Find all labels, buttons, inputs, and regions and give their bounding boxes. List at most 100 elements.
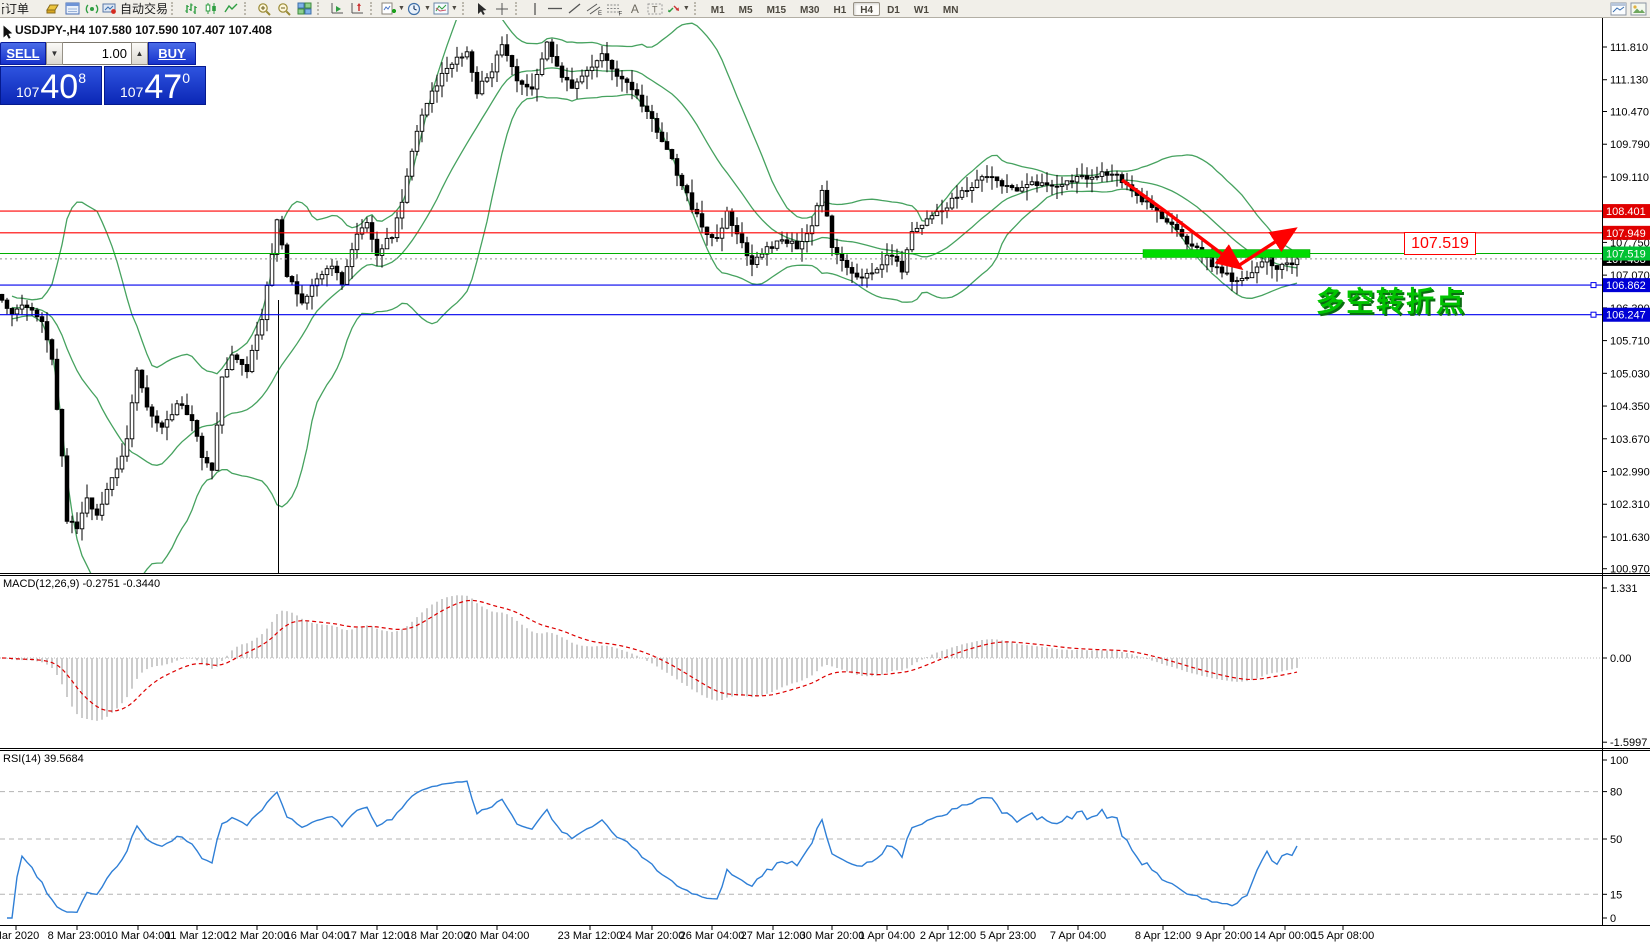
timeframe-m1[interactable]: M1 — [704, 2, 732, 16]
svg-text:0: 0 — [1610, 913, 1616, 925]
toolbar-grip — [317, 2, 323, 15]
svg-text:80: 80 — [1610, 787, 1622, 799]
rsi-indicator-label: RSI(14) 39.5684 — [3, 753, 84, 765]
signal-icon[interactable] — [83, 1, 101, 17]
price-annotation-box[interactable]: 107.519 — [1404, 232, 1476, 255]
data-window-icon[interactable] — [63, 1, 81, 17]
toolbar: 新订单 自动交易 ▼ ▼ — [0, 0, 1650, 18]
svg-text:103.670: 103.670 — [1610, 434, 1650, 446]
timeframe-m5[interactable]: M5 — [732, 2, 760, 16]
new-order-button[interactable]: 新订单 — [2, 0, 42, 17]
sell-button[interactable]: SELL — [0, 42, 46, 65]
svg-text:109.790: 109.790 — [1610, 139, 1650, 151]
candlestick-icon[interactable] — [202, 1, 220, 17]
svg-text:17 Mar 12:00: 17 Mar 12:00 — [345, 930, 410, 942]
trendline-icon[interactable] — [566, 1, 584, 17]
chart-title: USDJPY-,H4 107.580 107.590 107.407 107.4… — [15, 23, 272, 37]
dropdown-caret-icon: ▼ — [451, 5, 458, 12]
timeframe-m30[interactable]: M30 — [793, 2, 826, 16]
svg-text:107.519: 107.519 — [1606, 249, 1646, 261]
tile-windows-icon[interactable] — [295, 1, 313, 17]
timeframe-d1[interactable]: D1 — [880, 2, 907, 16]
arrows-button[interactable]: ▼ — [666, 1, 690, 17]
autotrading-button[interactable]: 自动交易 — [102, 0, 168, 17]
zoom-in-icon[interactable] — [255, 1, 273, 17]
volume-input[interactable] — [63, 42, 131, 65]
timeframe-h1[interactable]: H1 — [826, 2, 853, 16]
svg-text:0.00: 0.00 — [1610, 653, 1631, 665]
turning-point-annotation[interactable]: 多空转折点 — [1316, 280, 1466, 320]
gallery-icon[interactable] — [1629, 1, 1647, 17]
buy-price-display[interactable]: 107470 — [104, 66, 206, 105]
volume-increase-button[interactable]: ▲ — [131, 42, 148, 65]
svg-text:12 Mar 20:00: 12 Mar 20:00 — [225, 930, 290, 942]
timeframe-h4[interactable]: H4 — [853, 2, 880, 16]
svg-text:11 Mar 12:00: 11 Mar 12:00 — [165, 930, 229, 942]
svg-text:111.130: 111.130 — [1610, 75, 1648, 87]
volume-decrease-button[interactable]: ▼ — [46, 42, 63, 65]
mt4-window: { "toolbar": { "new_order_label": "新订单",… — [0, 0, 1650, 947]
svg-text:102.310: 102.310 — [1610, 499, 1650, 511]
svg-text:5 Apr 23:00: 5 Apr 23:00 — [980, 930, 1036, 942]
svg-text:10 Mar 04:00: 10 Mar 04:00 — [106, 930, 171, 942]
timeframe-m15[interactable]: M15 — [760, 2, 793, 16]
svg-text:106.247: 106.247 — [1606, 310, 1646, 322]
timeframe-w1[interactable]: W1 — [907, 2, 936, 16]
sell-price-display[interactable]: 107408 — [0, 66, 102, 105]
svg-text:111.810: 111.810 — [1610, 42, 1648, 54]
periods-button[interactable]: ▼ — [407, 1, 431, 17]
horizontal-line-icon[interactable] — [546, 1, 564, 17]
chart-window-icon[interactable] — [1609, 1, 1627, 17]
cursor-icon[interactable] — [473, 1, 491, 17]
rsi-layer — [0, 781, 1602, 918]
svg-text:106.862: 106.862 — [1606, 280, 1646, 292]
chart-shift-icon[interactable] — [348, 1, 366, 17]
toolbar-grip — [462, 2, 468, 15]
zoom-out-icon[interactable] — [275, 1, 293, 17]
svg-text:15: 15 — [1610, 889, 1622, 901]
deposit-icon[interactable] — [43, 1, 61, 17]
crosshair-icon[interactable] — [493, 1, 511, 17]
autotrading-label: 自动交易 — [120, 0, 168, 17]
dropdown-caret-icon: ▼ — [398, 5, 405, 12]
svg-text:T: T — [652, 4, 658, 14]
vertical-line-icon[interactable] — [526, 1, 544, 17]
svg-text:20 Mar 04:00: 20 Mar 04:00 — [465, 930, 530, 942]
sell-price-pips: 8 — [78, 70, 86, 86]
fibonacci-icon[interactable]: F — [606, 1, 624, 17]
svg-text:8 Apr 12:00: 8 Apr 12:00 — [1135, 930, 1191, 942]
svg-text:16 Mar 04:00: 16 Mar 04:00 — [285, 930, 350, 942]
svg-text:2 Apr 12:00: 2 Apr 12:00 — [920, 930, 976, 942]
timeframe-mn[interactable]: MN — [936, 2, 966, 16]
sell-price-big: 40 — [40, 74, 78, 102]
svg-text:26 Mar 04:00: 26 Mar 04:00 — [680, 930, 745, 942]
text-label-icon[interactable]: T — [646, 1, 664, 17]
add-indicator-button[interactable]: ▼ — [381, 1, 405, 17]
svg-text:100: 100 — [1610, 755, 1628, 767]
svg-text:-1.5997: -1.5997 — [1610, 737, 1647, 749]
svg-text:101.630: 101.630 — [1610, 532, 1650, 544]
buy-button[interactable]: BUY — [148, 42, 196, 65]
equidistant-channel-icon[interactable]: E — [586, 1, 604, 17]
macd-indicator-label: MACD(12,26,9) -0.2751 -0.3440 — [3, 578, 160, 590]
line-chart-icon[interactable] — [222, 1, 240, 17]
toolbar-grip — [244, 2, 250, 15]
svg-text:50: 50 — [1610, 834, 1622, 846]
svg-text:8 Mar 23:00: 8 Mar 23:00 — [48, 930, 107, 942]
dropdown-caret-icon: ▼ — [424, 5, 431, 12]
svg-text:105.710: 105.710 — [1610, 336, 1650, 348]
template-button[interactable]: ▼ — [433, 1, 458, 17]
auto-scroll-icon[interactable] — [328, 1, 346, 17]
new-order-label: 新订单 — [2, 0, 29, 17]
bar-chart-icon[interactable] — [182, 1, 200, 17]
sell-price-prefix: 107 — [16, 84, 39, 100]
svg-text:102.990: 102.990 — [1610, 467, 1650, 479]
dropdown-caret-icon: ▼ — [683, 5, 690, 12]
svg-text:108.401: 108.401 — [1606, 206, 1646, 218]
text-icon[interactable]: A — [626, 1, 644, 17]
svg-text:18 Mar 20:00: 18 Mar 20:00 — [405, 930, 470, 942]
chart-canvas[interactable]: 111.810111.130110.470109.790109.110107.7… — [0, 0, 1650, 947]
toolbar-grip — [515, 2, 521, 15]
svg-text:14 Apr 00:00: 14 Apr 00:00 — [1254, 930, 1316, 942]
svg-text:110.470: 110.470 — [1610, 106, 1649, 118]
